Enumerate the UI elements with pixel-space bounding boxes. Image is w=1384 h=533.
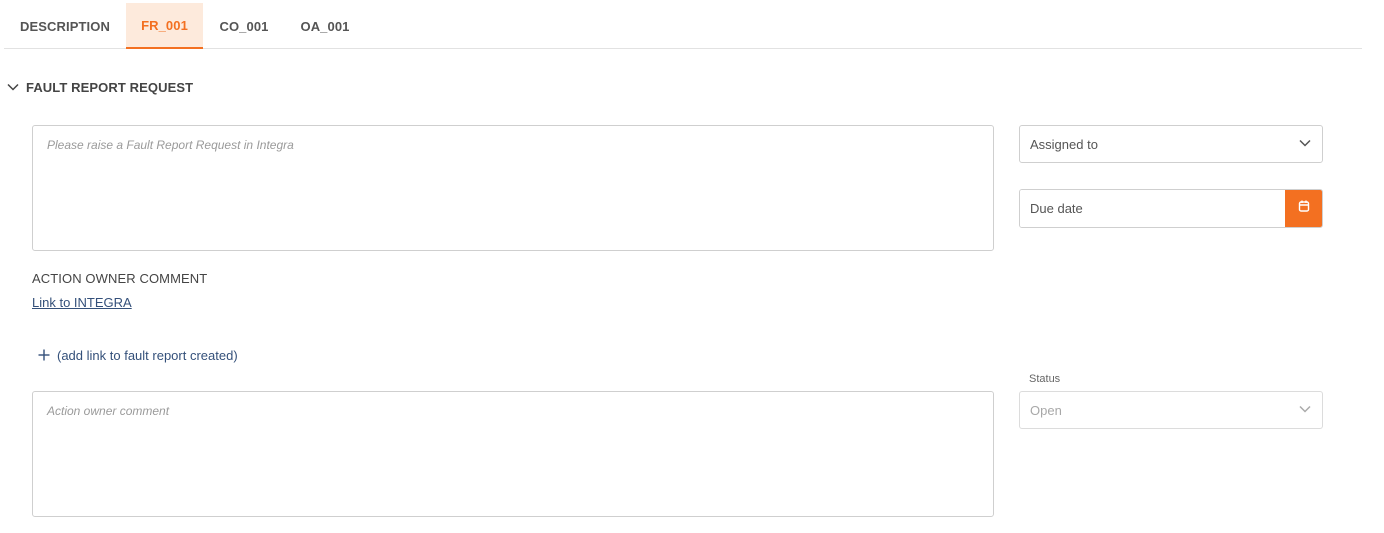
chevron-down-icon	[1298, 402, 1312, 419]
status-value: Open	[1030, 402, 1062, 418]
fault-request-textarea[interactable]	[33, 126, 993, 250]
action-owner-comment-label: ACTION OWNER COMMENT	[32, 271, 208, 286]
section-header-fault-report[interactable]: FAULT REPORT REQUEST	[6, 78, 193, 96]
fault-report-page: DESCRIPTION FR_001 CO_001 OA_001 FAULT R…	[0, 0, 1384, 533]
chevron-down-icon	[1298, 136, 1312, 153]
assigned-to-placeholder: Assigned to	[1030, 136, 1098, 152]
tab-bar: DESCRIPTION FR_001 CO_001 OA_001	[4, 0, 1362, 49]
calendar-icon	[1297, 199, 1311, 218]
action-owner-comment-field	[32, 391, 994, 517]
status-select[interactable]: Open	[1019, 391, 1323, 429]
action-owner-comment-textarea[interactable]	[33, 392, 993, 516]
link-to-integra[interactable]: Link to INTEGRA	[32, 295, 132, 310]
tab-co-001[interactable]: CO_001	[205, 3, 283, 49]
due-date-input[interactable]	[1020, 190, 1285, 227]
tab-fr-001[interactable]: FR_001	[126, 3, 203, 49]
tab-oa-001[interactable]: OA_001	[284, 3, 366, 49]
add-link-label: (add link to fault report created)	[57, 347, 238, 363]
section-title: FAULT REPORT REQUEST	[26, 79, 194, 95]
add-link-button[interactable]: (add link to fault report created)	[37, 346, 238, 364]
tab-description[interactable]: DESCRIPTION	[8, 3, 122, 49]
calendar-button[interactable]	[1285, 190, 1322, 227]
due-date-field	[1019, 189, 1323, 228]
plus-icon	[37, 348, 51, 362]
assigned-to-select[interactable]: Assigned to	[1019, 125, 1323, 163]
status-label: Status	[1029, 373, 1061, 385]
chevron-down-icon	[6, 80, 20, 94]
fault-request-field	[32, 125, 994, 251]
